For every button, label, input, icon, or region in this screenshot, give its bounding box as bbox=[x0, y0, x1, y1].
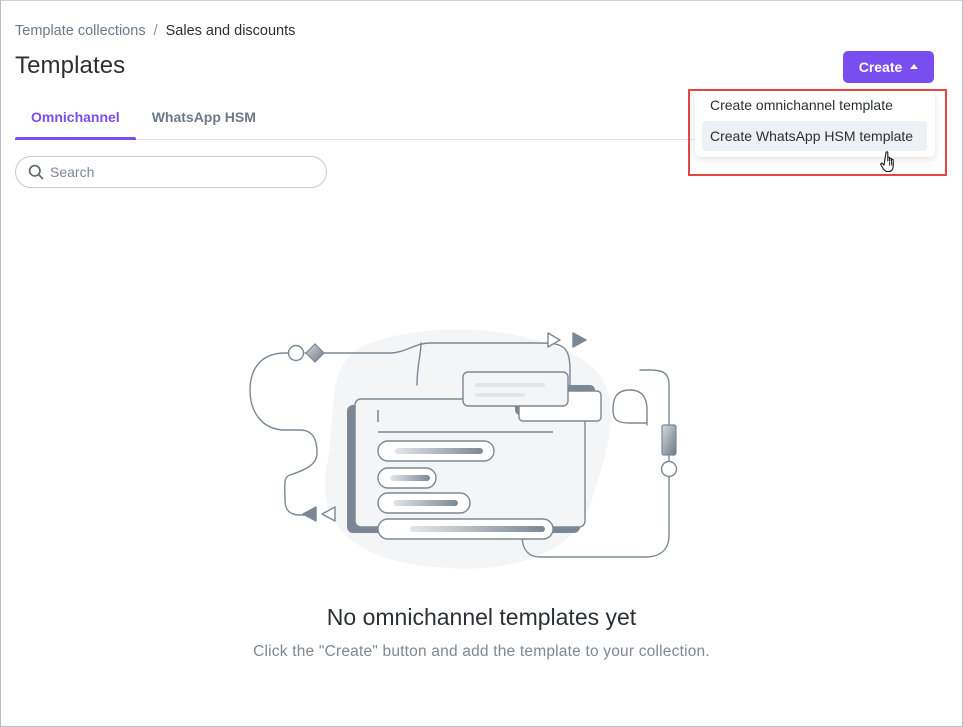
breadcrumb: Template collections / Sales and discoun… bbox=[15, 23, 295, 39]
page-title: Templates bbox=[15, 52, 126, 79]
caret-up-icon bbox=[910, 64, 919, 69]
empty-state-title: No omnichannel templates yet bbox=[326, 604, 637, 630]
search-input[interactable] bbox=[50, 164, 310, 180]
breadcrumb-separator: / bbox=[153, 23, 158, 39]
create-button[interactable]: Create bbox=[843, 51, 934, 83]
create-button-label: Create bbox=[858, 59, 903, 75]
search-icon bbox=[28, 164, 44, 180]
tab-whatsapp-hsm-label: WhatsApp HSM bbox=[151, 109, 256, 125]
breadcrumb-current: Sales and discounts bbox=[165, 23, 296, 39]
empty-state-illustration bbox=[249, 329, 678, 569]
tab-omnichannel[interactable]: Omnichannel bbox=[15, 95, 136, 140]
hand-pointer-icon bbox=[880, 151, 894, 173]
search-field[interactable] bbox=[15, 156, 327, 188]
breadcrumb-parent-link[interactable]: Template collections bbox=[15, 23, 146, 39]
annotation-highlight-box bbox=[688, 89, 947, 176]
tab-omnichannel-label: Omnichannel bbox=[31, 109, 120, 125]
tab-whatsapp-hsm[interactable]: WhatsApp HSM bbox=[136, 95, 272, 139]
empty-state-subtitle: Click the "Create" button and add the te… bbox=[253, 643, 710, 660]
